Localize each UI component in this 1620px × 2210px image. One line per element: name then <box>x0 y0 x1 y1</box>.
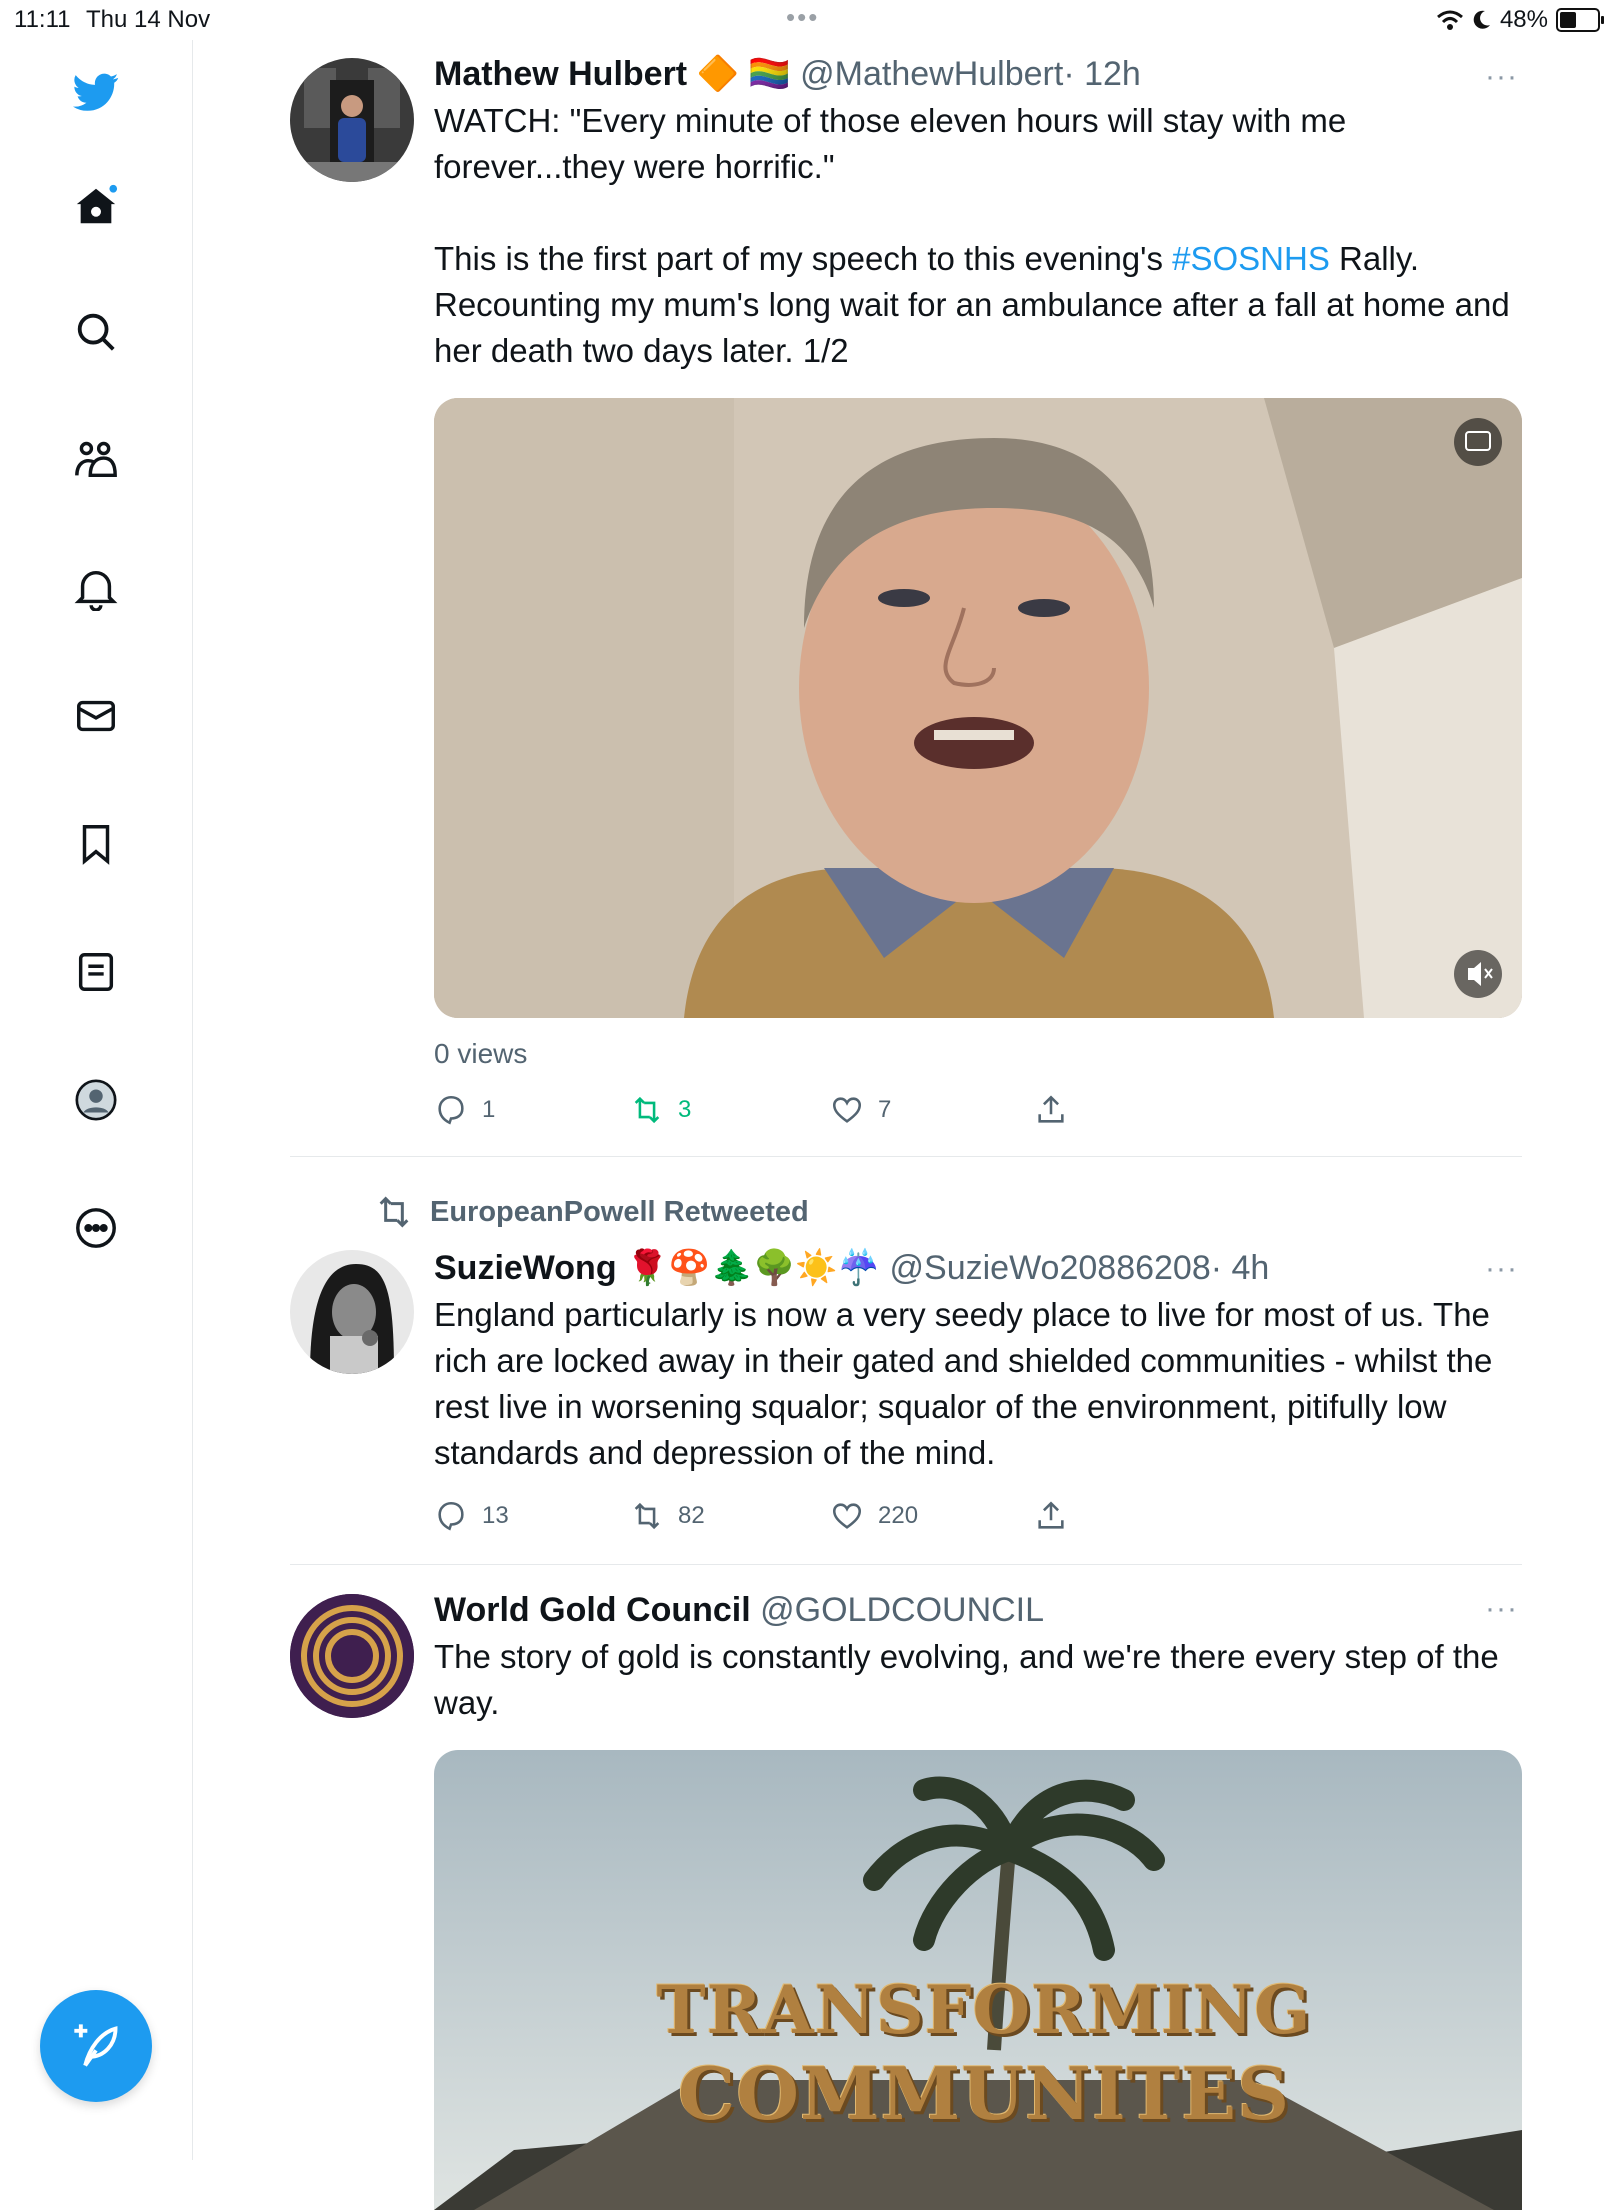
battery-percent: 48% <box>1499 6 1548 33</box>
share-icon <box>1038 1501 1064 1529</box>
heart-icon <box>832 1097 862 1123</box>
reply-count: 13 <box>482 1502 509 1529</box>
multitask-dots-icon[interactable]: ••• <box>786 2 819 33</box>
promo-headline: TRANSFORMING COMMUNITES <box>604 1968 1364 2136</box>
battery-icon <box>1556 8 1604 32</box>
feather-plus-icon <box>74 2024 118 2067</box>
retweeted-by: EuropeanPowell Retweeted <box>430 1195 809 1228</box>
status-bar: 11:11 Thu 14 Nov ••• 48% <box>0 0 1620 40</box>
tweet[interactable]: EuropeanPowell Retweeted ··· SuzieWong 🌹… <box>290 1168 1522 1565</box>
tweet-more-button[interactable]: ··· <box>1485 1252 1518 1286</box>
like-button[interactable]: 7 <box>830 1093 1034 1127</box>
avatar[interactable] <box>290 58 414 182</box>
tweet-text-part: This is the first part of my speech to t… <box>434 240 1173 277</box>
tweet-header: World Gold Council @GOLDCOUNCIL <box>434 1588 1522 1632</box>
mail-icon[interactable] <box>66 686 126 746</box>
author-handle[interactable]: @GOLDCOUNCIL <box>760 1591 1044 1629</box>
tweet[interactable]: ··· Mathew Hulbert 🔶 🏳️‍🌈 @MathewHulbert… <box>290 40 1522 1168</box>
retweet-count: 82 <box>678 1502 705 1529</box>
tweet-time[interactable]: · 4h <box>1211 1249 1270 1287</box>
reply-button[interactable]: 13 <box>434 1499 630 1533</box>
tweet-video[interactable] <box>434 398 1522 1018</box>
tweet[interactable]: ··· World Gold Council @GOLDCOUNCIL The … <box>290 1564 1522 2210</box>
retweet-button[interactable]: 3 <box>630 1093 830 1127</box>
reply-icon <box>438 1095 464 1125</box>
status-time: 11:11 <box>14 6 71 33</box>
bell-icon[interactable] <box>66 558 126 618</box>
wifi-icon <box>1436 10 1463 30</box>
reply-count: 1 <box>482 1096 496 1123</box>
captions-icon[interactable] <box>1454 418 1502 466</box>
status-right: 48% <box>1436 6 1604 34</box>
tweet-text: WATCH: "Every minute of those eleven hou… <box>434 98 1522 374</box>
communities-icon[interactable] <box>66 430 126 490</box>
tweet-text-line: WATCH: "Every minute of those eleven hou… <box>434 102 1347 185</box>
status-date: Thu 14 Nov <box>86 6 211 33</box>
retweet-icon <box>634 1096 660 1124</box>
moon-icon <box>1473 10 1490 29</box>
video-frame <box>434 398 1522 1018</box>
author-badges: 🌹🍄🌲🌳☀️☔ <box>626 1249 881 1287</box>
like-button[interactable]: 220 <box>830 1499 1034 1533</box>
reply-button[interactable]: 1 <box>434 1093 630 1127</box>
tweet-more-button[interactable]: ··· <box>1485 1592 1518 1626</box>
search-icon[interactable] <box>66 302 126 362</box>
view-count: 0 views <box>434 1038 528 1069</box>
retweet-count: 3 <box>678 1096 692 1123</box>
retweet-icon <box>379 1196 409 1228</box>
more-icon[interactable] <box>66 1198 126 1258</box>
tweet-actions: 13 82 220 <box>434 1488 1522 1544</box>
bookmark-icon[interactable] <box>66 814 126 874</box>
tweet-header: Mathew Hulbert 🔶 🏳️‍🌈 @MathewHulbert· 12… <box>434 52 1522 96</box>
hashtag-link[interactable]: #SOSNHS <box>1172 240 1330 277</box>
author-handle[interactable]: @SuzieWo20886208 <box>890 1249 1211 1287</box>
author-name[interactable]: World Gold Council <box>434 1591 751 1629</box>
lists-icon[interactable] <box>66 942 126 1002</box>
tweet-header: SuzieWong 🌹🍄🌲🌳☀️☔ @SuzieWo20886208· 4h <box>434 1246 1522 1290</box>
tweet-text: England particularly is now a very seedy… <box>434 1296 1493 1471</box>
retweet-icon <box>634 1502 660 1530</box>
promo-headline-line2: COMMUNITES <box>677 2051 1291 2136</box>
compose-tweet-button[interactable] <box>40 1990 152 2102</box>
share-button[interactable] <box>1034 1499 1234 1533</box>
heart-icon <box>832 1503 862 1529</box>
home-icon[interactable] <box>66 176 126 236</box>
tweet-more-button[interactable]: ··· <box>1485 60 1518 94</box>
author-name[interactable]: Mathew Hulbert <box>434 55 687 93</box>
retweet-button[interactable]: 82 <box>630 1499 830 1533</box>
tweet-text: The story of gold is constantly evolving… <box>434 1638 1499 1721</box>
twitter-logo-icon[interactable] <box>66 62 126 122</box>
share-button[interactable] <box>1034 1093 1234 1127</box>
promo-headline-line1: TRANSFORMING <box>656 1971 1312 2049</box>
tweet-actions: 1 3 7 <box>434 1082 1522 1138</box>
retweet-context[interactable]: EuropeanPowell Retweeted <box>374 1192 809 1232</box>
timeline: ··· Mathew Hulbert 🔶 🏳️‍🌈 @MathewHulbert… <box>290 40 1522 2210</box>
author-handle[interactable]: @MathewHulbert <box>800 55 1063 93</box>
divider <box>290 1156 1522 1157</box>
like-count: 220 <box>878 1502 919 1529</box>
author-badges: 🔶 🏳️‍🌈 <box>696 55 791 93</box>
promoted-image[interactable]: TRANSFORMING COMMUNITES <box>434 1750 1522 2210</box>
tweet-time[interactable]: · 12h <box>1063 55 1141 93</box>
share-icon <box>1038 1095 1064 1123</box>
like-count: 7 <box>878 1096 892 1123</box>
author-name[interactable]: SuzieWong <box>434 1249 617 1287</box>
avatar[interactable] <box>290 1594 414 1718</box>
reply-icon <box>438 1501 464 1531</box>
sidebar <box>0 40 193 2160</box>
profile-icon[interactable] <box>66 1070 126 1130</box>
avatar[interactable] <box>290 1250 414 1374</box>
